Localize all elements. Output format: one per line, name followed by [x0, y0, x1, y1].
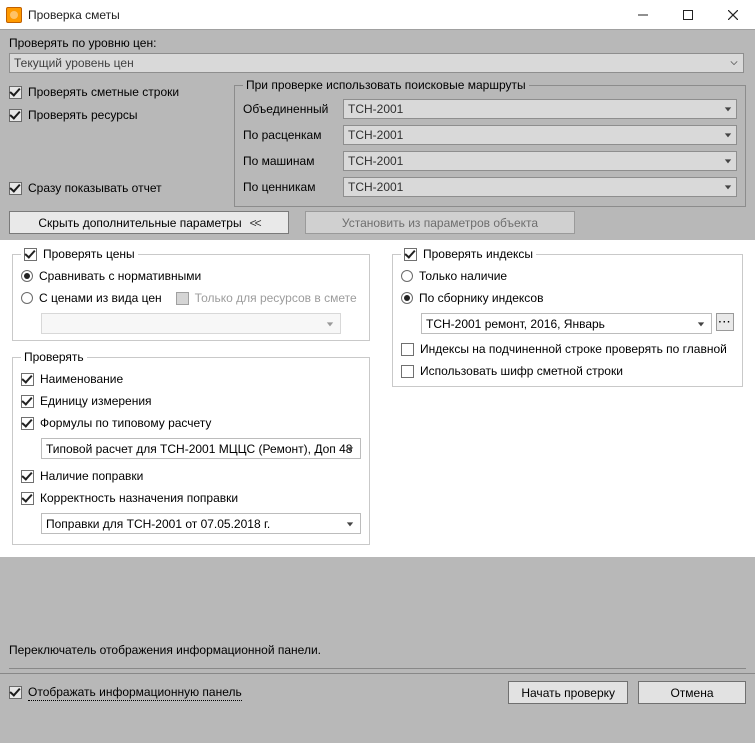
check-prices-group: Проверять цены Сравнивать с нормативными…: [12, 254, 370, 341]
maximize-button[interactable]: [665, 0, 710, 30]
show-report-checkbox[interactable]: [9, 182, 22, 195]
status-text: Переключатель отображения информационной…: [9, 643, 321, 657]
caret-down-icon: [697, 317, 705, 331]
separator: [9, 668, 746, 669]
show-info-panel-label[interactable]: Отображать информационную панель: [28, 685, 242, 701]
check-lines-label: Проверять сметные строки: [28, 85, 179, 99]
compare-norm-radio[interactable]: [21, 270, 33, 282]
upper-panel: Проверять по уровню цен: Текущий уровень…: [0, 30, 755, 207]
chevron-left-double-icon: <<: [250, 216, 260, 230]
titlebar: Проверка сметы: [0, 0, 755, 30]
route-dropdown-machines[interactable]: ТСН-2001: [343, 151, 737, 171]
only-in-estimate-label: Только для ресурсов в смете: [195, 291, 357, 305]
use-code-label: Использовать шифр сметной строки: [420, 364, 623, 378]
caret-down-icon: [326, 317, 334, 331]
caret-down-icon: [346, 442, 354, 456]
only-presence-label: Только наличие: [419, 269, 507, 283]
by-book-radio[interactable]: [401, 292, 413, 304]
routes-group: При проверке использовать поисковые марш…: [234, 85, 746, 207]
check-indexes-title: Проверять индексы: [423, 247, 533, 261]
check-unit-checkbox[interactable]: [21, 395, 34, 408]
button-bar: Скрыть дополнительные параметры << Устан…: [0, 207, 755, 240]
check-formulas-checkbox[interactable]: [21, 417, 34, 430]
route-dropdown-pricelists[interactable]: ТСН-2001: [343, 177, 737, 197]
price-view-dropdown[interactable]: [41, 313, 341, 334]
route-label-pricelists: По ценникам: [243, 180, 343, 194]
caret-down-icon: [724, 102, 732, 116]
index-book-browse-button[interactable]: ···: [716, 313, 734, 331]
toggle-params-button[interactable]: Скрыть дополнительные параметры <<: [9, 211, 289, 234]
window-controls: [620, 0, 755, 30]
footer: Отображать информационную панель Начать …: [0, 673, 755, 711]
show-info-panel-checkbox[interactable]: [9, 686, 22, 699]
check-fix-correct-checkbox[interactable]: [21, 492, 34, 505]
check-prices-checkbox[interactable]: [24, 248, 37, 261]
routes-group-title: При проверке использовать поисковые марш…: [243, 78, 529, 92]
compare-norm-label: Сравнивать с нормативными: [39, 269, 201, 283]
route-label-combined: Объединенный: [243, 102, 343, 116]
route-label-rates: По расценкам: [243, 128, 343, 142]
route-label-machines: По машинам: [243, 154, 343, 168]
caret-down-icon: [724, 180, 732, 194]
compare-view-label: С ценами из вида цен: [39, 291, 162, 305]
check-lines-checkbox[interactable]: [9, 86, 22, 99]
start-check-button[interactable]: Начать проверку: [508, 681, 628, 704]
check-indexes-checkbox[interactable]: [404, 248, 417, 261]
minimize-button[interactable]: [620, 0, 665, 30]
caret-down-icon: [346, 517, 354, 531]
price-level-label: Проверять по уровню цен:: [9, 36, 746, 50]
check-has-fix-label: Наличие поправки: [40, 469, 143, 483]
check-indexes-group: Проверять индексы Только наличие По сбор…: [392, 254, 743, 387]
formulas-dropdown[interactable]: Типовой расчет для ТСН-2001 МЦЦС (Ремонт…: [41, 438, 361, 459]
use-code-checkbox[interactable]: [401, 365, 414, 378]
fix-dropdown[interactable]: Поправки для ТСН-2001 от 07.05.2018 г.: [41, 513, 361, 534]
caret-down-icon: [724, 128, 732, 142]
main-pane: Проверять цены Сравнивать с нормативными…: [0, 240, 755, 557]
check-unit-label: Единицу измерения: [40, 394, 152, 408]
route-dropdown-rates[interactable]: ТСН-2001: [343, 125, 737, 145]
by-book-label: По сборнику индексов: [419, 291, 543, 305]
caret-down-icon: [724, 154, 732, 168]
check-formulas-label: Формулы по типовому расчету: [40, 416, 211, 430]
check-name-checkbox[interactable]: [21, 373, 34, 386]
status-area: Переключатель отображения информационной…: [0, 557, 755, 673]
show-report-label: Сразу показывать отчет: [28, 181, 162, 195]
sub-by-main-label: Индексы на подчиненной строке проверять …: [420, 342, 727, 356]
sub-by-main-checkbox[interactable]: [401, 343, 414, 356]
index-book-dropdown[interactable]: ТСН-2001 ремонт, 2016, Январь: [421, 313, 712, 334]
window-title: Проверка сметы: [28, 8, 620, 22]
check-fix-correct-label: Корректность назначения поправки: [40, 491, 238, 505]
check-fields-group: Проверять Наименование Единицу измерения…: [12, 357, 370, 545]
check-prices-title: Проверять цены: [43, 247, 135, 261]
app-icon: [6, 7, 22, 23]
cancel-button[interactable]: Отмена: [638, 681, 746, 704]
check-name-label: Наименование: [40, 372, 123, 386]
only-in-estimate-checkbox: [176, 292, 189, 305]
check-has-fix-checkbox[interactable]: [21, 470, 34, 483]
price-level-value: Текущий уровень цен: [14, 56, 134, 70]
check-fields-title: Проверять: [21, 350, 87, 364]
check-resources-checkbox[interactable]: [9, 109, 22, 122]
price-level-dropdown[interactable]: Текущий уровень цен: [9, 53, 744, 73]
compare-view-radio[interactable]: [21, 292, 33, 304]
close-button[interactable]: [710, 0, 755, 30]
chevron-down-icon: [728, 57, 740, 69]
set-from-object-button[interactable]: Установить из параметров объекта: [305, 211, 575, 234]
only-presence-radio[interactable]: [401, 270, 413, 282]
route-dropdown-combined[interactable]: ТСН-2001: [343, 99, 737, 119]
check-resources-label: Проверять ресурсы: [28, 108, 138, 122]
